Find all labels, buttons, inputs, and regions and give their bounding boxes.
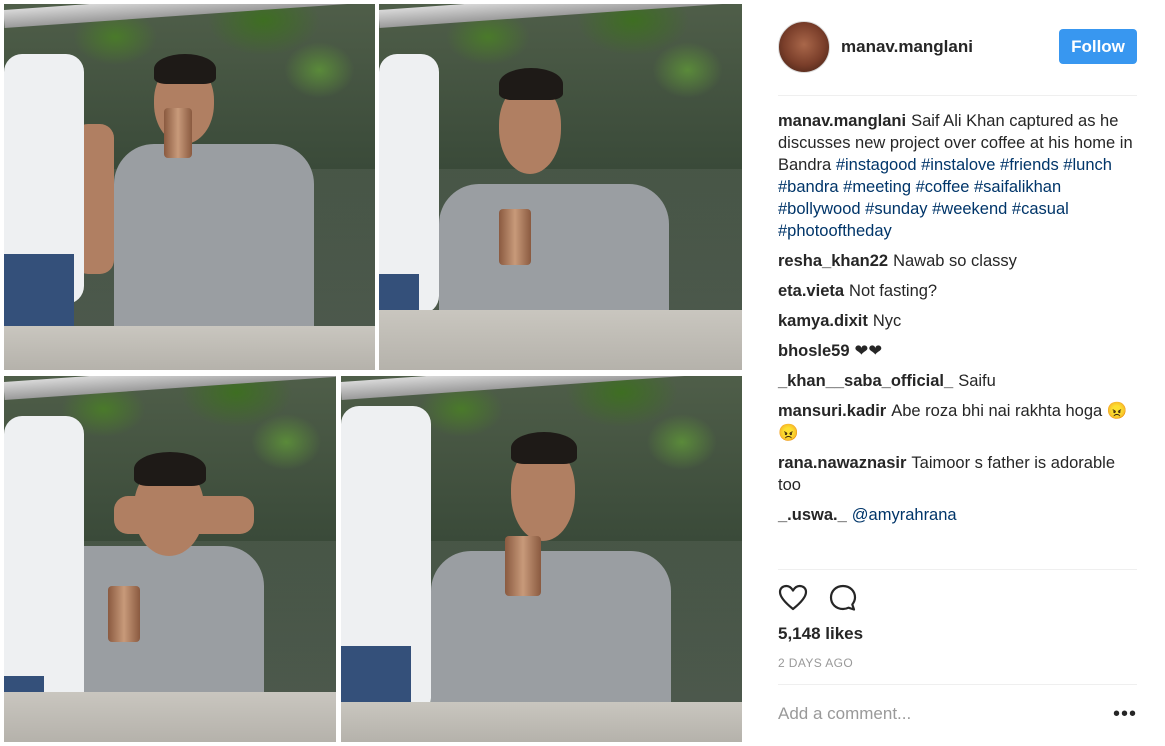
comment-mention[interactable]: @amyrahrana — [852, 506, 957, 524]
collage-photo-4 — [341, 376, 742, 742]
divider — [778, 684, 1137, 685]
comment-item: _.uswa._ @amyrahrana — [778, 504, 1140, 526]
comment-text: Saifu — [958, 372, 996, 390]
author-username[interactable]: manav.manglani — [841, 37, 973, 57]
comment-username[interactable]: rana.nawaznasir — [778, 454, 906, 472]
comment-item: eta.vieta Not fasting? — [778, 280, 1140, 302]
comment-text: Not fasting? — [849, 282, 938, 300]
follow-button[interactable]: Follow — [1059, 29, 1137, 64]
post-sidebar: manav.manglani Follow manav.manglani Saif… — [746, 0, 1165, 746]
comment-list: manav.manglani Saif Ali Khan captured as … — [778, 110, 1140, 534]
heart-icon[interactable] — [778, 583, 808, 613]
comment-icon[interactable] — [828, 583, 858, 613]
comment-text: Nawab so classy — [893, 252, 1017, 270]
comment-username[interactable]: kamya.dixit — [778, 312, 868, 330]
collage-photo-2 — [379, 4, 742, 370]
divider — [778, 569, 1137, 570]
comment-input[interactable] — [778, 700, 1098, 728]
comment-username[interactable]: resha_khan22 — [778, 252, 888, 270]
comment-item: _khan__saba_official_ Saifu — [778, 370, 1140, 392]
divider — [778, 95, 1137, 96]
comment-item: mansuri.kadir Abe roza bhi nai rakhta hog… — [778, 400, 1140, 444]
collage-photo-3 — [4, 376, 336, 742]
comment-item: rana.nawaznasir Taimoor s father is adora… — [778, 452, 1140, 496]
comment-text: Nyc — [872, 312, 902, 330]
post-image[interactable] — [0, 0, 746, 746]
comment-username[interactable]: _khan__saba_official_ — [778, 372, 953, 390]
comment-text: ❤❤ — [854, 342, 883, 360]
comment-username[interactable]: bhosle59 — [778, 342, 850, 360]
collage-photo-1 — [4, 4, 375, 370]
comment-item: bhosle59 ❤❤ — [778, 340, 1140, 362]
like-count[interactable]: 5,148 likes — [778, 624, 863, 644]
caption-username[interactable]: manav.manglani — [778, 112, 906, 130]
post-timestamp: 2 DAYS AGO — [778, 656, 854, 670]
comment-username[interactable]: _.uswa._ — [778, 506, 847, 524]
post-header: manav.manglani Follow — [778, 21, 1137, 73]
comment-item: kamya.dixit Nyc — [778, 310, 1140, 332]
comment-username[interactable]: mansuri.kadir — [778, 402, 886, 420]
post-caption: manav.manglani Saif Ali Khan captured as … — [778, 110, 1140, 242]
more-options-icon[interactable]: ••• — [1113, 704, 1137, 724]
comment-item: resha_khan22 Nawab so classy — [778, 250, 1140, 272]
avatar[interactable] — [778, 21, 830, 73]
action-bar — [778, 583, 978, 613]
comment-username[interactable]: eta.vieta — [778, 282, 844, 300]
add-comment-bar: ••• — [778, 700, 1137, 730]
